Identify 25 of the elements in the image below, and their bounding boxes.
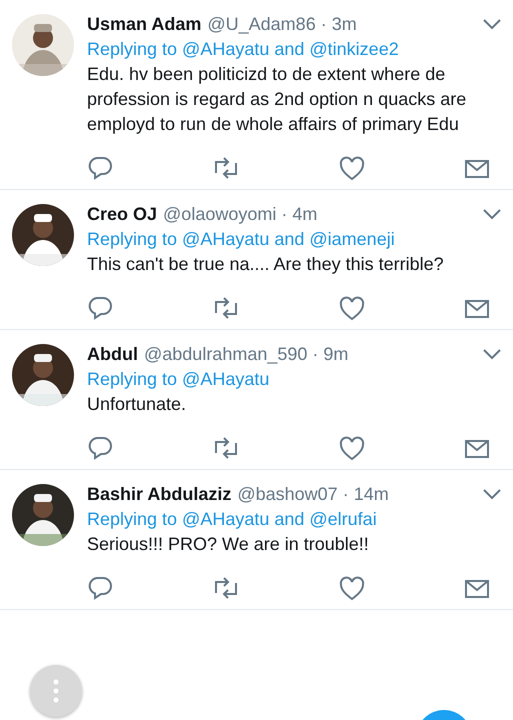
handle-time: @olaowoyomi · 4m xyxy=(163,204,318,225)
user-name[interactable]: Bashir Abdulaziz xyxy=(87,484,232,505)
chevron-down-icon[interactable] xyxy=(483,19,501,30)
chevron-down-icon[interactable] xyxy=(483,349,501,360)
reply-icon[interactable] xyxy=(87,155,115,181)
reply-icon[interactable] xyxy=(87,575,115,601)
tweet-text: Unfortunate. xyxy=(87,393,188,416)
heart-icon[interactable] xyxy=(338,575,366,601)
chevron-down-icon[interactable] xyxy=(483,209,501,220)
heart-icon[interactable] xyxy=(338,155,366,181)
reply-icon[interactable] xyxy=(87,435,115,461)
user-name[interactable]: Abdul xyxy=(87,344,138,365)
heart-icon[interactable] xyxy=(338,435,366,461)
tweet-text: Serious!!! PRO? We are in trouble!! xyxy=(87,533,370,556)
heart-icon[interactable] xyxy=(338,295,366,321)
tweet-text: Edu. hv been politicizd to de extent where de profession is regard as 2nd option n quacks are employd to run de whole affairs of primary Edu xyxy=(87,63,468,136)
more-vertical-icon xyxy=(53,679,59,703)
chevron-down-icon[interactable] xyxy=(483,489,501,500)
user-name[interactable]: Creo OJ xyxy=(87,204,158,225)
handle-time: @U_Adam86 · 3m xyxy=(207,14,357,35)
tweet-text: This can't be true na.... Are they this terrible? xyxy=(87,253,445,276)
handle-time: @bashow07 · 14m xyxy=(237,484,389,505)
reply-icon[interactable] xyxy=(87,295,115,321)
handle-time: @abdulrahman_590 · 9m xyxy=(144,344,348,365)
user-name[interactable]: Usman Adam xyxy=(87,14,202,35)
